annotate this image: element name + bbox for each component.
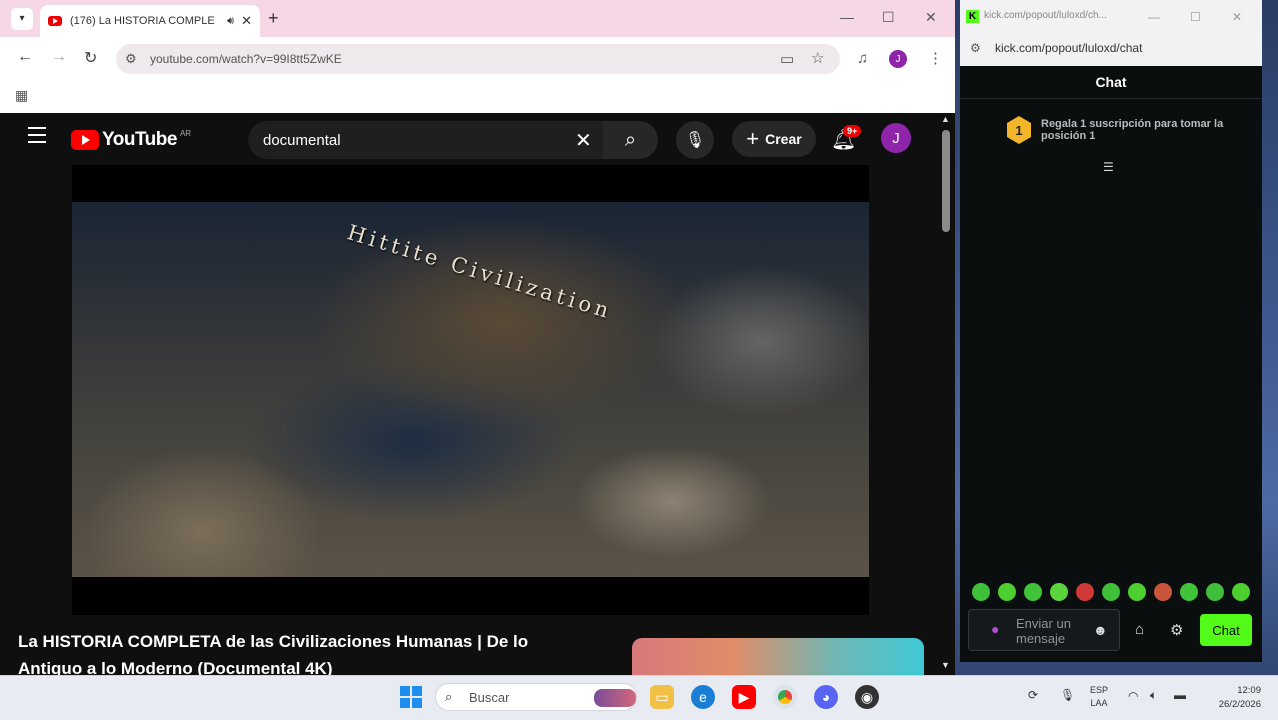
emote-bar — [972, 583, 1258, 601]
youtube-play-icon — [71, 130, 99, 150]
forward-icon[interactable]: → — [51, 48, 67, 66]
video-player[interactable]: Hittite Civilization — [72, 165, 869, 615]
emote-icon[interactable] — [1024, 583, 1042, 601]
gift-rank-badge: 1 — [1007, 116, 1031, 144]
settings-gear-icon[interactable]: ⚙ — [1170, 621, 1183, 639]
chrome-browser-icon[interactable] — [773, 685, 797, 709]
edge-browser-icon[interactable]: e — [691, 685, 715, 709]
microphone-icon: 🎙︎ — [684, 132, 706, 149]
bookmarks-bar — [0, 79, 955, 113]
search-highlight-image[interactable] — [594, 689, 636, 707]
microphone-icon[interactable]: ● — [991, 621, 999, 637]
kick-favicon-icon: K — [966, 10, 979, 23]
account-avatar[interactable]: J — [881, 123, 911, 153]
emote-icon[interactable] — [998, 583, 1016, 601]
search-icon: ⌕ — [624, 128, 637, 151]
emote-icon[interactable] — [1232, 583, 1250, 601]
back-icon[interactable]: ← — [17, 48, 33, 66]
video-title: La HISTORIA COMPLETA de las Civilizacion… — [18, 632, 529, 675]
sync-tray-icon[interactable]: ⟳ — [1028, 688, 1038, 702]
kick-window-title: kick.com/popout/luloxd/ch... — [984, 10, 1107, 21]
emoji-picker-icon[interactable]: ☻ — [1093, 622, 1108, 638]
scrollbar-thumb[interactable] — [942, 130, 950, 232]
taskbar-search-icon: ⌕ — [445, 689, 453, 704]
windows-start-icon[interactable] — [400, 686, 422, 708]
chat-message-input[interactable]: ● Enviar un mensaje ☻ — [968, 609, 1120, 651]
chat-header: Chat — [960, 66, 1262, 99]
kick-site-info-icon[interactable]: ⚙ — [970, 41, 981, 55]
youtube-favicon-icon — [48, 16, 62, 26]
maximize-icon[interactable]: ☐ — [882, 9, 895, 26]
emote-icon[interactable] — [1206, 583, 1224, 601]
youtube-page: YouTube AR documental ✕ ⌕ 🎙︎ + Crear 🔔︎ … — [5, 113, 938, 675]
tab-title: (176) La HISTORIA COMPLE — [70, 15, 215, 27]
youtube-logo[interactable]: YouTube AR — [71, 129, 191, 151]
address-bar[interactable]: youtube.com/watch?v=99I8tt5ZwKE — [116, 44, 840, 74]
pinned-divider-icon[interactable]: ☰ — [1103, 160, 1117, 174]
send-chat-button[interactable]: Chat — [1200, 614, 1252, 646]
scroll-up-icon[interactable]: ▲ — [941, 114, 950, 124]
site-info-icon[interactable]: ⚙ — [125, 51, 137, 67]
speaker-icon[interactable]: 🔊︎ — [227, 15, 234, 28]
battery-icon[interactable]: ▬ — [1174, 688, 1186, 702]
search-input[interactable]: documental — [248, 121, 658, 159]
gift-subscription-prompt[interactable]: Regala 1 suscripción para tomar la posic… — [1041, 118, 1231, 142]
input-language-indicator[interactable]: ESP LAA — [1090, 684, 1108, 710]
chrome-window: ▾ (176) La HISTORIA COMPLE 🔊︎ ✕ + — ☐ ✕ … — [0, 0, 955, 675]
search-query-text: documental — [263, 131, 341, 149]
kick-minimize-icon[interactable]: — — [1148, 10, 1160, 24]
voice-search-button[interactable]: 🎙︎ — [676, 121, 714, 159]
url-text: youtube.com/watch?v=99I8tt5ZwKE — [150, 52, 342, 66]
youtube-app-icon[interactable]: ▶ — [732, 685, 756, 709]
store-icon[interactable]: ⌂ — [1135, 621, 1144, 638]
apps-grid-icon[interactable]: ▦ — [15, 87, 28, 104]
kick-chat-window: K kick.com/popout/luloxd/ch... — ☐ ✕ ⚙ k… — [960, 0, 1262, 662]
system-clock[interactable]: 12:09 26/2/2026 — [1205, 684, 1261, 712]
active-tab[interactable]: (176) La HISTORIA COMPLE 🔊︎ ✕ — [40, 5, 260, 37]
emote-icon[interactable] — [1076, 583, 1094, 601]
mic-tray-icon[interactable]: 🎙︎ — [1060, 688, 1075, 702]
close-tab-icon[interactable]: ✕ — [241, 13, 252, 29]
close-window-icon[interactable]: ✕ — [925, 9, 937, 26]
cast-icon[interactable]: ▭ — [780, 50, 794, 68]
media-control-icon[interactable]: ♫ — [857, 50, 868, 67]
emote-icon[interactable] — [1050, 583, 1068, 601]
youtube-masthead: YouTube AR documental ✕ ⌕ 🎙︎ + Crear 🔔︎ … — [5, 113, 938, 165]
kick-url: kick.com/popout/luloxd/chat — [995, 41, 1143, 55]
obs-app-icon[interactable]: ◉ — [855, 685, 879, 709]
menu-kebab-icon[interactable]: ⋮ — [928, 49, 943, 67]
recommended-video-thumbnail[interactable] — [632, 638, 924, 675]
emote-icon[interactable] — [1154, 583, 1172, 601]
chat-input-placeholder: Enviar un mensaje — [1016, 616, 1071, 646]
emote-icon[interactable] — [1102, 583, 1120, 601]
reload-icon[interactable]: ↻ — [84, 48, 97, 68]
bookmark-star-icon[interactable]: ☆ — [811, 49, 824, 67]
scroll-down-icon[interactable]: ▼ — [941, 660, 950, 670]
emote-icon[interactable] — [1128, 583, 1146, 601]
taskbar — [0, 675, 1278, 720]
notification-badge: 9+ — [843, 125, 862, 137]
profile-avatar[interactable]: J — [889, 50, 907, 68]
plus-icon: + — [746, 126, 760, 151]
search-button[interactable]: ⌕ — [603, 121, 658, 159]
file-explorer-icon[interactable]: ▭ — [650, 685, 674, 709]
create-button[interactable]: + Crear — [732, 121, 816, 157]
emote-icon[interactable] — [1180, 583, 1198, 601]
emote-icon[interactable] — [972, 583, 990, 601]
kick-close-icon[interactable]: ✕ — [1232, 10, 1242, 24]
minimize-icon[interactable]: — — [840, 9, 854, 25]
taskbar-search-placeholder: Buscar — [469, 689, 510, 705]
hamburger-menu-icon[interactable] — [28, 127, 46, 143]
discord-icon[interactable]: ◕ — [814, 685, 838, 709]
wifi-icon[interactable]: ◠ — [1128, 689, 1138, 703]
new-tab-button[interactable]: + — [268, 8, 279, 29]
clear-search-icon[interactable]: ✕ — [575, 128, 592, 153]
volume-icon[interactable]: 🔈︎ — [1150, 688, 1157, 703]
kick-maximize-icon[interactable]: ☐ — [1190, 10, 1201, 24]
tab-search-button[interactable]: ▾ — [11, 7, 33, 30]
